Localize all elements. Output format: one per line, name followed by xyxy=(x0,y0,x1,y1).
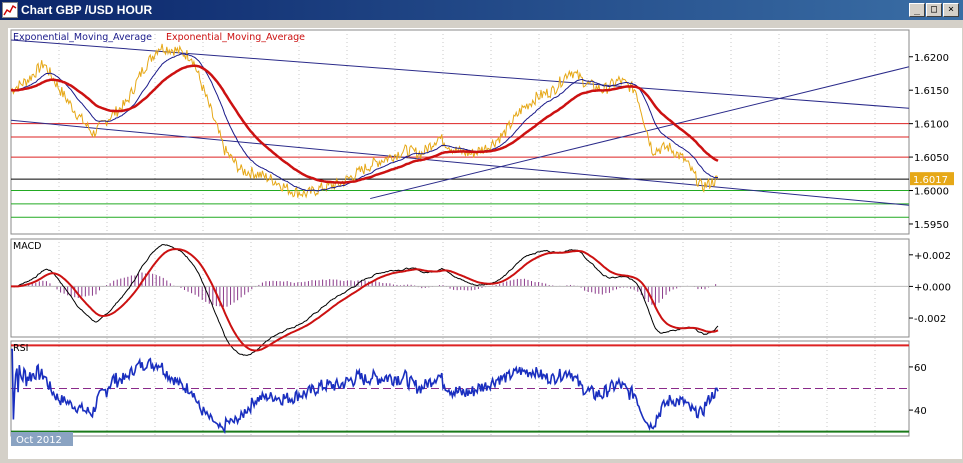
tick-label-price: 1.6200 xyxy=(914,53,949,64)
main-panel-frame xyxy=(10,29,910,235)
legend-ema-fast: Exponential_Moving_Average xyxy=(13,32,152,43)
macd-panel-frame xyxy=(10,238,910,338)
minimize-button[interactable]: _ xyxy=(909,3,925,17)
period-label: Oct 2012 xyxy=(16,435,62,446)
tick-label-macd: -0.002 xyxy=(914,314,946,325)
tick-label-price: 1.6100 xyxy=(914,120,949,131)
window-titlebar: Chart GBP /USD HOUR _ □ × xyxy=(0,0,963,20)
tick-label-macd: +0.000 xyxy=(914,282,951,293)
window-title: Chart GBP /USD HOUR xyxy=(21,3,153,17)
tick-label-price: 1.6000 xyxy=(914,187,949,198)
maximize-button[interactable]: □ xyxy=(926,3,942,17)
last-price-value: 1.6017 xyxy=(913,175,948,186)
tick-label-price: 1.5950 xyxy=(914,220,949,231)
tick-label-rsi: 60 xyxy=(914,363,927,374)
tick-label-price: 1.6050 xyxy=(914,153,949,164)
legend-ema-slow: Exponential_Moving_Average xyxy=(166,32,305,43)
chart-window-icon xyxy=(2,2,18,18)
rsi-label: RSI xyxy=(13,343,28,354)
close-button[interactable]: × xyxy=(943,3,959,17)
tick-label-price: 1.6150 xyxy=(914,86,949,97)
chart-area[interactable]: 1.6200 1.6150 1.6100 1.6050 1.6000 1.5950 +0.0… xyxy=(8,28,962,459)
macd-label: MACD xyxy=(13,241,41,252)
tick-label-macd: +0.002 xyxy=(914,251,951,262)
axis-tick-labels: 1.6200 1.6150 1.6100 1.6050 1.6000 1.5950 +0.0… xyxy=(909,53,951,417)
tick-label-rsi: 40 xyxy=(914,406,927,417)
chart-canvas[interactable]: 1.6200 1.6150 1.6100 1.6050 1.6000 1.5950 +0.0… xyxy=(8,28,962,459)
